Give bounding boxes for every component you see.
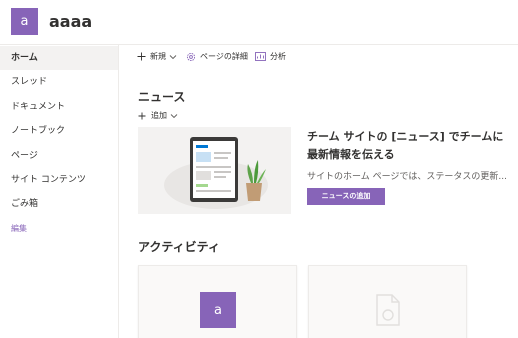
page-details-button[interactable]: ページの詳細 bbox=[186, 51, 248, 62]
plus-icon bbox=[138, 112, 146, 119]
command-bar: 新規 ページの詳細 分析 bbox=[120, 45, 518, 69]
news-heading: チーム サイトの [ニュース] でチームに最新情報を伝える bbox=[307, 130, 504, 161]
gear-icon bbox=[186, 52, 196, 61]
tablet-plant-illustration bbox=[164, 137, 268, 209]
new-button-label: 新規 bbox=[150, 52, 166, 61]
analytics-label: 分析 bbox=[270, 52, 286, 61]
page-details-label: ページの詳細 bbox=[200, 52, 248, 61]
news-add-label: 追加 bbox=[151, 111, 167, 120]
chevron-down-icon bbox=[170, 113, 178, 118]
news-description: サイトのホーム ページでは、ステータスの更新... bbox=[307, 172, 507, 182]
analytics-icon bbox=[255, 52, 266, 61]
nav-item-notebook[interactable]: ノートブック bbox=[0, 119, 118, 143]
left-navigation: ホーム スレッド ドキュメント ノートブック ページ サイト コンテンツ ごみ箱… bbox=[0, 45, 119, 338]
site-header: a aaaa bbox=[0, 0, 518, 45]
news-hero-illustration bbox=[138, 127, 291, 214]
document-icon bbox=[376, 294, 400, 326]
plus-icon bbox=[137, 52, 146, 61]
nav-item-threads[interactable]: スレッド bbox=[0, 70, 118, 94]
nav-item-home[interactable]: ホーム bbox=[0, 46, 118, 70]
analytics-button[interactable]: 分析 bbox=[255, 51, 286, 62]
nav-item-pages[interactable]: ページ bbox=[0, 144, 118, 168]
news-section-title: ニュース bbox=[138, 90, 186, 104]
activity-section-title: アクティビティ bbox=[138, 240, 220, 254]
site-logo-thumbnail: a bbox=[200, 292, 236, 328]
activity-card[interactable] bbox=[308, 265, 467, 338]
news-add-button[interactable]: 追加 bbox=[138, 110, 183, 121]
activity-card[interactable]: a bbox=[138, 265, 297, 338]
site-title[interactable]: aaaa bbox=[49, 12, 92, 31]
chevron-down-icon bbox=[169, 54, 177, 59]
nav-item-recycle-bin[interactable]: ごみ箱 bbox=[0, 192, 118, 216]
new-button[interactable]: 新規 bbox=[137, 51, 181, 62]
add-news-button[interactable]: ニュースの追加 bbox=[307, 188, 385, 205]
site-logo[interactable]: a bbox=[11, 8, 38, 35]
nav-item-documents[interactable]: ドキュメント bbox=[0, 95, 118, 119]
nav-edit-link[interactable]: 編集 bbox=[0, 217, 118, 241]
nav-item-site-contents[interactable]: サイト コンテンツ bbox=[0, 168, 118, 192]
